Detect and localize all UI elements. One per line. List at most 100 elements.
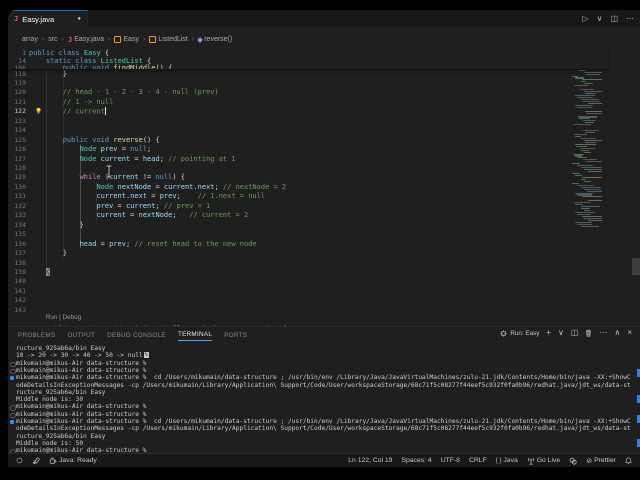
code-line[interactable]: 143 [8,305,640,314]
code-line[interactable]: 119 [8,78,640,87]
panel-tab-problems[interactable]: PROBLEMS [18,332,55,341]
panel-tab-output[interactable]: OUTPUT [67,332,95,341]
run-dropdown-button[interactable]: ∨ [597,14,603,23]
lightbulb-icon[interactable] [35,107,42,114]
code-line[interactable]: 133 current = nextNode; // current = 2 [8,210,640,219]
minimap-line [575,143,596,145]
status-notifications[interactable] [625,457,632,465]
minimap-line [572,163,580,165]
breadcrumb-item-reverse[interactable]: reverse() [197,36,232,43]
terminal-content[interactable]: ructure_925ab6a/bin Easy 10 -> 20 -> 30 -… [8,344,640,454]
code-line[interactable]: 120 // head - 1 - 2 - 3 - 4 - null (prev… [8,87,640,96]
editor-scrollbar[interactable] [632,258,640,275]
code-line[interactable]: 136 head = prev; // reset head to the ne… [8,239,640,248]
modified-dot-icon: ● [77,16,81,22]
tab-easy-java[interactable]: J Easy.java ● [8,10,88,27]
code-line[interactable]: 141 [8,286,640,295]
status-eol-sequence[interactable]: CRLF [469,457,487,464]
breadcrumb-item-listedlist[interactable]: ListedList [149,36,188,43]
minimap-line [575,95,596,97]
run-java-button[interactable]: ▷ [582,14,588,23]
code-line[interactable]: 127 Node current = head; // pointing at … [8,154,640,163]
panel-tab-terminal[interactable]: TERMINAL [177,331,213,341]
code-line[interactable]: 121 // 1 -> null [8,97,640,106]
code-line[interactable]: 122 // current [8,106,640,116]
code-line[interactable]: 123 [8,116,640,125]
code-line[interactable]: 126 Node prev = null; [8,144,640,153]
line-number: 122 [14,107,26,116]
code-line[interactable]: 131 current.next = prev; // 1.next = nul… [8,191,640,200]
sticky-scroll[interactable]: 1 public class Easy {14 static class List… [8,48,608,69]
command-decoration-icon[interactable] [10,376,14,380]
codelens-run-debug[interactable]: Run | Debug [46,314,640,323]
breadcrumb-item-easy[interactable]: Easy [114,36,139,43]
minimap-line [583,159,597,161]
status-go-live[interactable]: Go Live [527,457,560,465]
code-line[interactable]: 128 [8,163,640,172]
code-line[interactable]: 139 } [8,267,640,276]
editor-actions: ▷ ∨ ◫ ⋯ [582,10,634,27]
minimap-line [577,194,592,196]
code-line[interactable]: 135 [8,229,640,238]
minimap-line [572,75,578,77]
code-line[interactable]: 130 Node nextNode = current.next; // nex… [8,182,640,191]
status-prettier[interactable]: ⊘ Prettier [586,457,616,465]
terminal-row: odeDetailsInExceptionMessages -cp /Users… [8,425,640,432]
terminal-title[interactable]: Run: Easy [500,330,539,337]
minimap-line [581,98,600,100]
code-line[interactable]: 129 while (current != null) { [8,172,640,181]
code-text: public void findMiddle() { [62,64,173,69]
line-number: 135 [14,230,26,239]
vscode-window: J Easy.java ● ▷ ∨ ◫ ⋯ array › src › J Easy.java ›… [8,10,640,467]
kill-terminal-button[interactable] [585,329,592,337]
codelens-row[interactable]: Run | Debug [8,314,640,323]
code-line[interactable]: 140 [8,276,640,285]
status-rocket-status[interactable] [32,456,40,465]
breadcrumb-item-easyjava[interactable]: J Easy.java [68,36,104,44]
breadcrumb-separator: › [191,36,195,43]
code-line[interactable]: 134 } [8,220,640,229]
minimap-line [574,124,591,126]
status-indentation[interactable]: Spaces: 4 [401,457,431,464]
breadcrumb-item-array[interactable]: array [22,36,38,43]
line-number: 140 [14,277,26,286]
minimap-line [581,167,602,169]
status-encoding[interactable]: UTF-8 [441,457,460,464]
split-editor-button[interactable]: ◫ [610,14,618,23]
minimap[interactable] [570,48,602,288]
terminal-row: mikumain@mikus-Air data-structure % [8,411,640,419]
new-terminal-button[interactable]: + [546,329,551,337]
status-cursor-position[interactable]: Ln 122, Col 19 [348,457,392,464]
panel-tab-debug-console[interactable]: DEBUG CONSOLE [107,332,166,341]
minimap-line [577,165,593,167]
status-language-mode[interactable]: { } Java [496,457,518,464]
minimap-line [575,174,582,177]
terminal-profile-dropdown-button[interactable]: ∨ [558,329,564,337]
editor[interactable]: 118 } 119 120 // head - 1 - 2 - 3 - 4 - nu… [8,48,640,326]
code-line[interactable]: 132 prev = current; // prev = 1 [8,201,640,210]
terminal-row: ructure_925ab6a/bin Easy [8,433,640,440]
code-line[interactable]: 138 [8,258,640,267]
command-decoration-icon[interactable] [10,420,14,424]
minimap-line [585,141,597,143]
line-number: 121 [14,97,26,106]
split-terminal-button[interactable]: ◫ [571,329,579,337]
code-line[interactable]: 125 public void reverse() { [8,135,640,144]
minimap-line [588,200,602,202]
more-editor-actions-button[interactable]: ⋯ [626,14,634,23]
code-line[interactable]: 137 } [8,248,640,257]
code-line[interactable]: 118 } [8,69,640,78]
breadcrumb-item-src[interactable]: src [48,36,57,43]
more-panel-actions-button[interactable]: ⋯ [599,329,607,337]
code-line[interactable]: 124 [8,125,640,134]
partial-line-marker: % [143,352,149,359]
status-java-status[interactable]: Java: Ready [49,457,97,465]
status-extension-status[interactable] [569,457,577,465]
code-line[interactable]: 142 [8,295,640,304]
minimap-line [585,110,602,112]
maximize-panel-button[interactable]: ∧ [614,329,620,337]
code-text: // head - 1 - 2 - 3 - 4 - null (prev) [62,88,219,97]
panel-tab-ports[interactable]: PORTS [224,332,247,341]
status-remote-indicator[interactable] [16,457,23,464]
close-panel-button[interactable]: × [627,329,632,337]
